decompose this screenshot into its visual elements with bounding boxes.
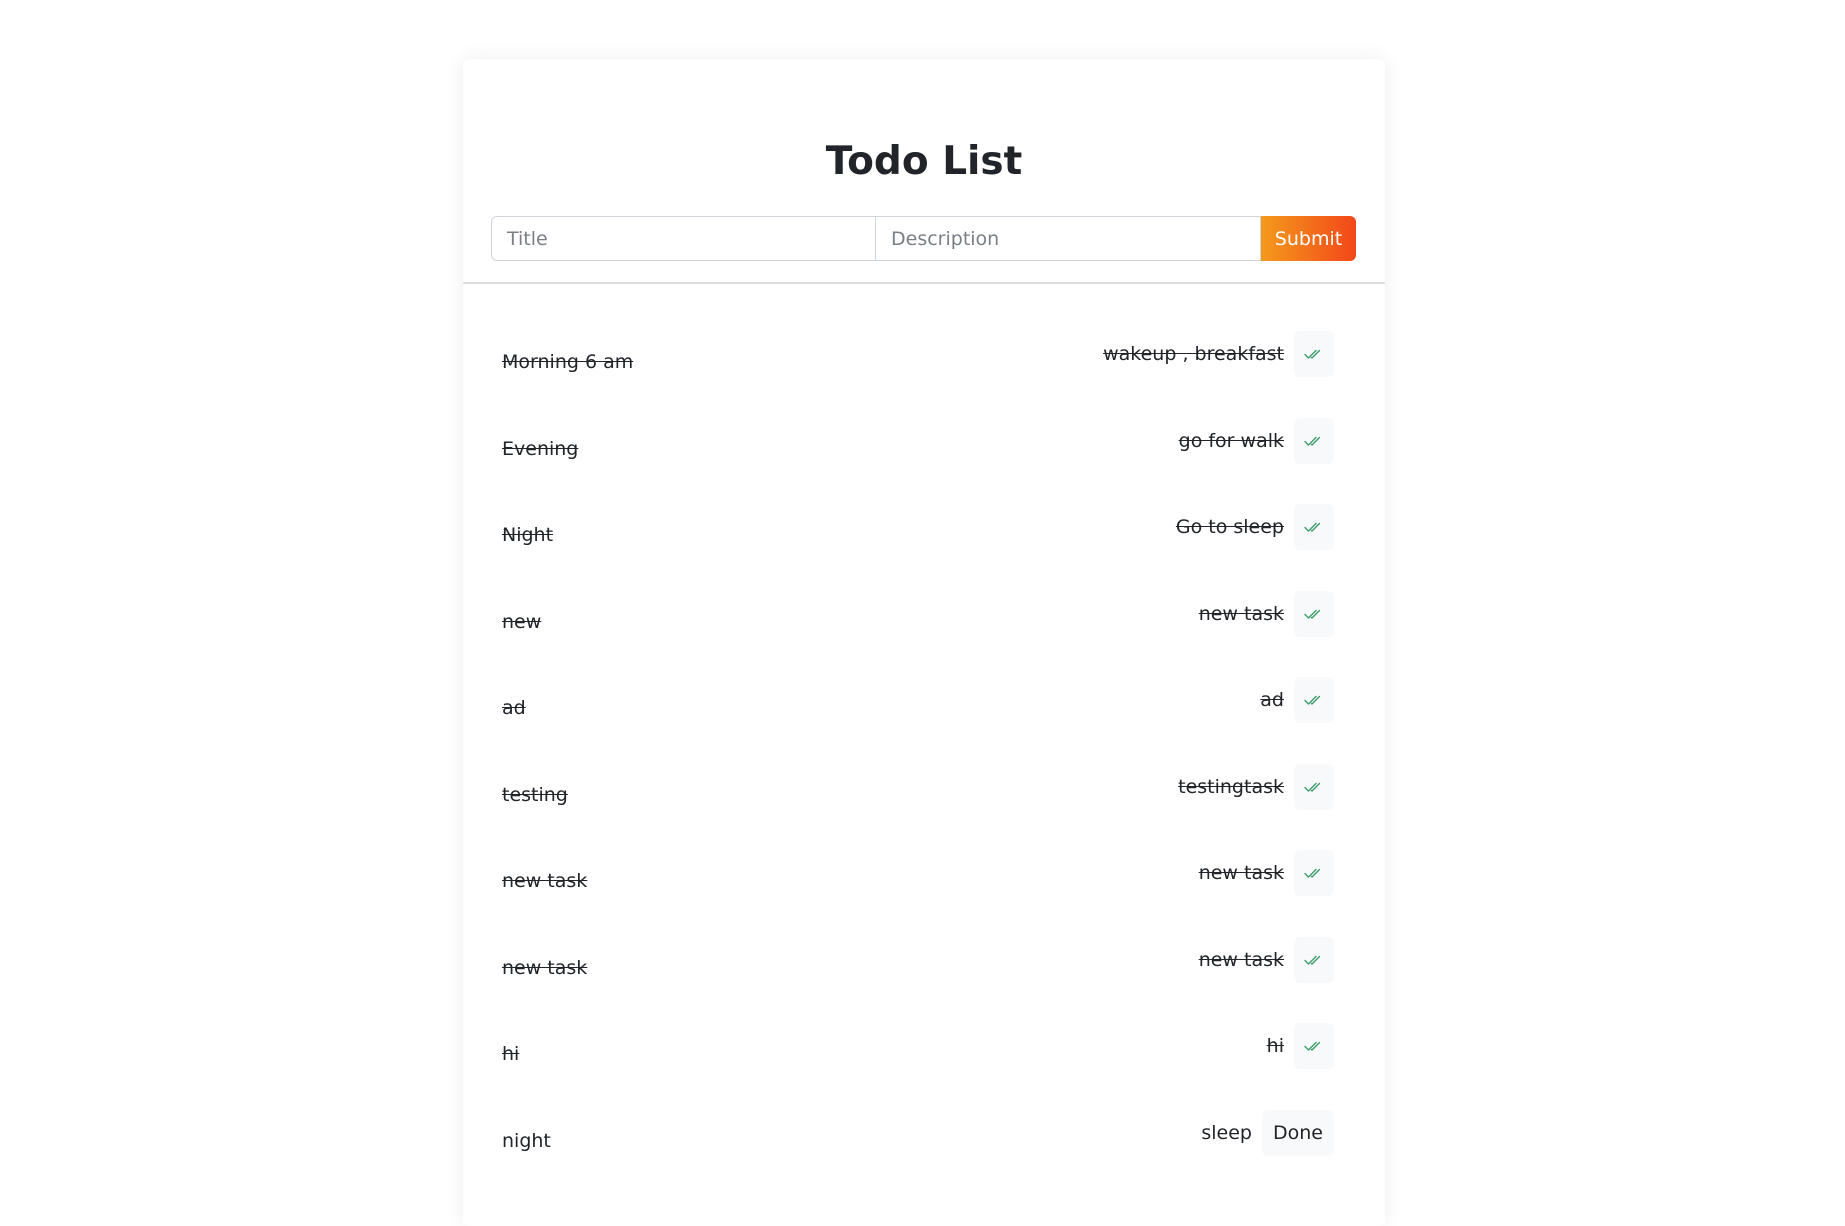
todo-title: hi	[502, 1043, 520, 1065]
todo-title: Night	[502, 524, 554, 546]
todo-description: go for walk	[1178, 429, 1284, 452]
double-check-icon	[1304, 349, 1321, 359]
todo-description: Go to sleep	[1175, 516, 1284, 538]
todo-actions: sleep Done	[1201, 1109, 1334, 1156]
todo-title: testing	[502, 783, 568, 806]
todo-description: sleep	[1201, 1121, 1252, 1144]
todo-description: ad	[1260, 689, 1284, 711]
divider	[463, 282, 1385, 284]
page-title: Todo List	[825, 139, 1023, 184]
submit-button[interactable]: Submit	[1261, 216, 1356, 261]
todo-description: hi	[1266, 1035, 1284, 1057]
completed-toggle-button[interactable]	[1294, 331, 1334, 377]
double-check-icon	[1304, 782, 1321, 792]
double-check-icon	[1304, 868, 1321, 878]
completed-toggle-button[interactable]	[1294, 417, 1334, 464]
todo-description: new task	[1198, 948, 1284, 971]
double-check-icon	[1304, 609, 1321, 619]
completed-toggle-button[interactable]	[1294, 850, 1334, 896]
todo-description: wakeup , breakfast	[1103, 343, 1284, 365]
todo-title: new	[502, 610, 542, 633]
todo-actions: new task	[1198, 936, 1334, 983]
todo-item: new new task	[463, 590, 1385, 698]
completed-toggle-button[interactable]	[1294, 936, 1334, 983]
todo-actions: ad	[1260, 677, 1334, 723]
double-check-icon	[1304, 522, 1321, 532]
todo-actions: go for walk	[1178, 417, 1334, 464]
todo-description: new task	[1198, 862, 1284, 884]
completed-toggle-button[interactable]	[1294, 677, 1334, 723]
todo-item: new task new task	[463, 936, 1385, 1044]
double-check-icon	[1304, 955, 1321, 965]
completed-toggle-button[interactable]	[1294, 1023, 1334, 1069]
todo-description: testingtask	[1178, 775, 1284, 798]
todo-actions: Go to sleep	[1176, 504, 1334, 550]
completed-toggle-button[interactable]	[1294, 590, 1334, 637]
double-check-icon	[1304, 695, 1321, 705]
todo-card: Todo List Submit Morning 6 am wakeup , br…	[463, 59, 1385, 1226]
description-input[interactable]	[876, 216, 1261, 261]
double-check-icon	[1304, 1041, 1321, 1051]
todo-title: Morning 6 am	[502, 351, 634, 373]
add-todo-form: Submit	[491, 216, 1356, 261]
todo-title: ad	[502, 697, 526, 719]
done-button[interactable]: Done	[1262, 1109, 1334, 1156]
todo-description: new task	[1198, 602, 1284, 625]
todo-actions: new task	[1198, 590, 1334, 637]
todo-title: new task	[502, 870, 588, 892]
completed-toggle-button[interactable]	[1294, 504, 1334, 550]
todo-title: night	[502, 1129, 551, 1152]
title-input[interactable]	[491, 216, 876, 261]
todo-title: Evening	[502, 437, 579, 460]
todo-title: new task	[502, 956, 588, 979]
todo-actions: new task	[1199, 850, 1334, 896]
todo-list: Morning 6 am wakeup , breakfast Evening go …	[463, 331, 1385, 1217]
todo-actions: hi	[1267, 1023, 1334, 1069]
todo-actions: testingtask	[1178, 763, 1334, 810]
todo-item: night sleep Done	[463, 1109, 1385, 1217]
todo-actions: wakeup , breakfast	[1103, 331, 1334, 377]
completed-toggle-button[interactable]	[1294, 763, 1334, 810]
double-check-icon	[1304, 436, 1321, 446]
